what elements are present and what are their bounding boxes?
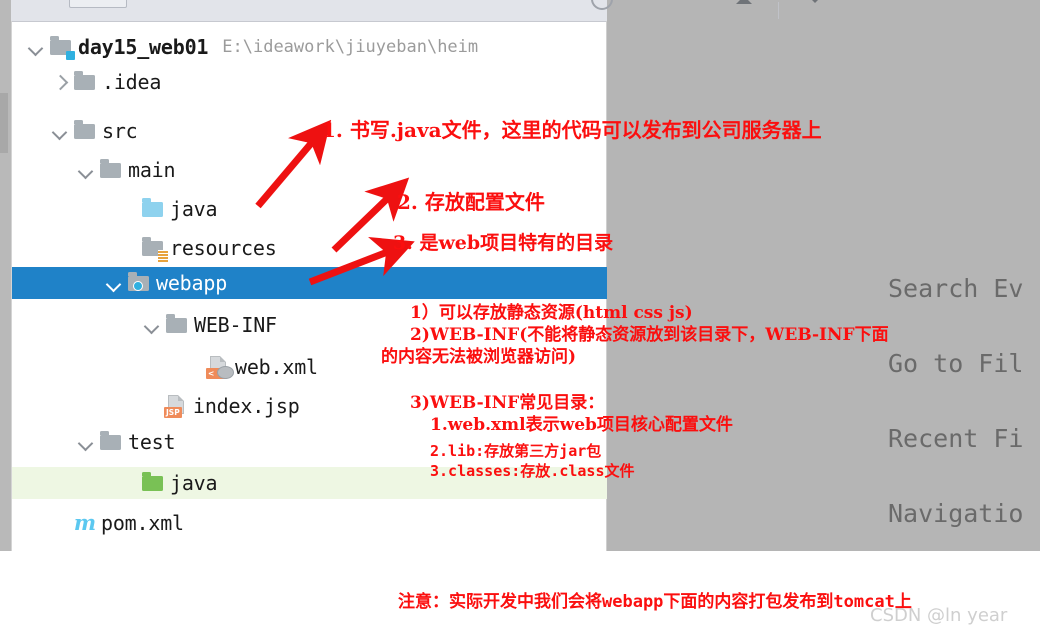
chevron-right-icon[interactable] bbox=[50, 71, 72, 93]
folder-module-icon bbox=[48, 36, 75, 60]
project-path: E:\ideawork\jiuyeban\heim bbox=[222, 37, 479, 57]
jsp-tag-badge: JSP bbox=[164, 407, 182, 418]
toolbar-divider bbox=[778, 2, 779, 19]
chevron-down-icon[interactable] bbox=[76, 159, 98, 181]
folder-shape bbox=[100, 159, 121, 178]
toolbar-tab-button[interactable] bbox=[69, 0, 127, 8]
tree-row-label: web.xml bbox=[235, 355, 318, 379]
tree-row-label: .idea bbox=[102, 70, 162, 94]
xml-file-icon: < bbox=[206, 355, 234, 379]
chevron-down-icon[interactable] bbox=[50, 120, 72, 142]
folder-webapp-icon bbox=[126, 272, 152, 294]
annotation-webinf-3a: 1.web.xml表示web项目核心配置文件 bbox=[430, 415, 733, 435]
tree-row-label: test bbox=[128, 430, 176, 454]
tree-row-label: main bbox=[128, 158, 176, 182]
tree-row-label: index.jsp bbox=[193, 394, 300, 418]
tree-row-label: java bbox=[170, 471, 218, 495]
annotation-1: 1. 书写.java文件，这里的代码可以发布到公司服务器上 bbox=[322, 118, 822, 142]
folder-shape bbox=[100, 431, 121, 450]
annotation-webinf-3b: 2.lib:存放第三方jar包 bbox=[430, 442, 602, 460]
chevron-down-icon[interactable] bbox=[142, 314, 164, 336]
folder-sources-blue-icon bbox=[140, 198, 166, 220]
module-badge bbox=[66, 51, 75, 60]
chevron-down-icon[interactable] bbox=[26, 36, 48, 58]
folder-gray-icon bbox=[72, 71, 98, 93]
folder-gray-icon bbox=[98, 431, 124, 453]
folder-gray-icon bbox=[164, 314, 190, 336]
tree-row-label: pom.xml bbox=[101, 511, 184, 535]
hide-icon[interactable] bbox=[806, 0, 824, 3]
menu-item-recent-files[interactable]: Recent Fi bbox=[888, 424, 1023, 453]
chevron-down-icon[interactable] bbox=[104, 272, 126, 294]
folder-resources-icon bbox=[140, 237, 168, 262]
tree-row-label: WEB-INF bbox=[194, 313, 277, 337]
chevron-down-icon[interactable] bbox=[76, 431, 98, 453]
folder-shape bbox=[74, 71, 95, 90]
folder-test-green-icon bbox=[140, 472, 166, 494]
tool-window-rail-tab[interactable] bbox=[0, 93, 8, 153]
collapse-all-icon[interactable] bbox=[736, 0, 752, 4]
annotation-3: 3. 是web项目特有的目录 bbox=[393, 232, 614, 254]
menu-item-search-everywhere[interactable]: Search Ev bbox=[888, 274, 1023, 303]
maven-file-icon: m bbox=[73, 510, 97, 535]
menu-item-go-to-file[interactable]: Go to Fil bbox=[888, 349, 1023, 378]
tree-row-label: webapp bbox=[156, 271, 228, 295]
tree-row-day15_web01[interactable]: day15_web01 E:\ideawork\jiuyeban\heim bbox=[12, 31, 607, 63]
annotation-webinf-2-cont: 的内容无法被浏览器访问) bbox=[381, 347, 577, 367]
tree-row-webapp[interactable]: webapp bbox=[12, 267, 607, 299]
folder-shape bbox=[142, 472, 163, 491]
tree-row-pom-xml[interactable]: m pom.xml bbox=[12, 507, 607, 539]
resources-badge bbox=[158, 250, 168, 262]
project-toolbar bbox=[11, 0, 824, 22]
tree-row-label: src bbox=[102, 119, 138, 143]
folder-gray-icon bbox=[72, 120, 98, 142]
folder-shape bbox=[166, 314, 187, 333]
folder-shape bbox=[142, 198, 163, 217]
tool-window-left-rail bbox=[0, 0, 11, 551]
tree-row-label: resources bbox=[170, 236, 277, 260]
globe-badge bbox=[217, 366, 234, 379]
tree-row-main[interactable]: main bbox=[12, 154, 607, 186]
screenshot-root: Search Ev Go to Fil Recent Fi Navigatio … bbox=[0, 0, 1040, 633]
annotation-2: 2. 存放配置文件 bbox=[397, 190, 545, 214]
annotation-webinf-3c: 3.classes:存放.class文件 bbox=[430, 462, 635, 480]
bottom-note: 注意：实际开发中我们会将webapp下面的内容打包发布到tomcat上 bbox=[398, 592, 912, 612]
jsp-file-icon: JSP bbox=[164, 394, 190, 418]
webapp-badge bbox=[133, 281, 143, 291]
tree-row-label: day15_web01 bbox=[78, 35, 209, 59]
tree-row-label: java bbox=[170, 197, 218, 221]
folder-gray-icon bbox=[98, 159, 124, 181]
watermark: CSDN @ln year bbox=[870, 605, 1008, 626]
folder-shape bbox=[74, 120, 95, 139]
tree-row-idea[interactable]: .idea bbox=[12, 66, 607, 98]
menu-item-navigation[interactable]: Navigatio bbox=[888, 499, 1023, 528]
